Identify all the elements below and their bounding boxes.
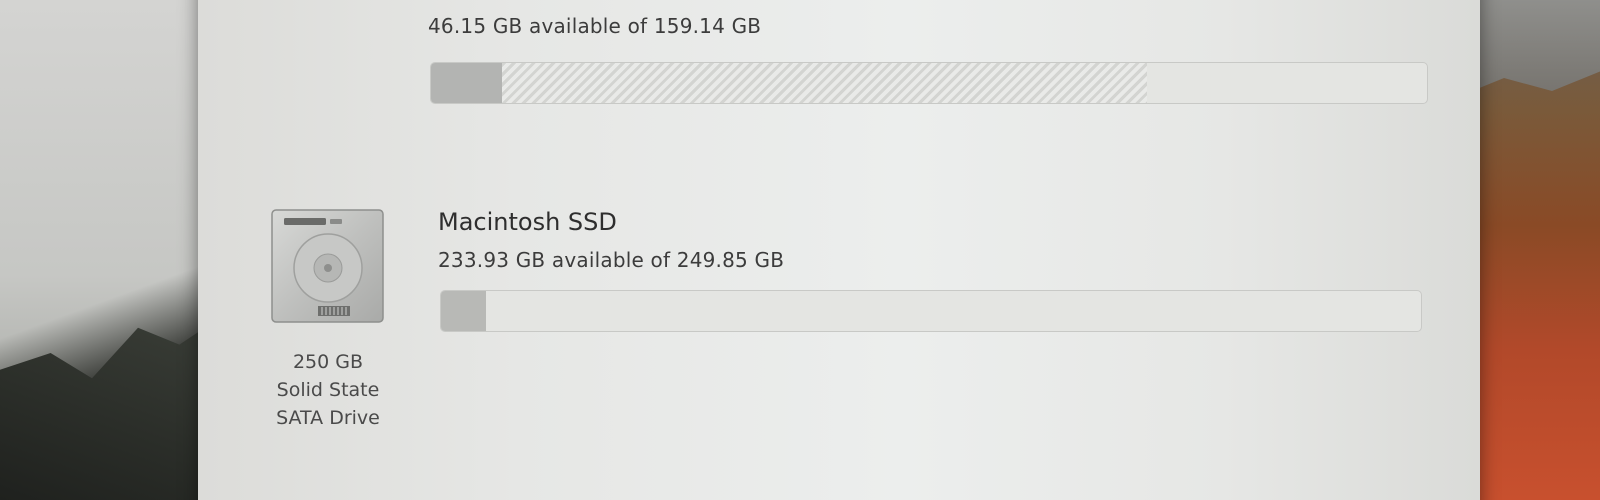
mountain-ridge (0, 311, 230, 500)
desktop-wallpaper-left (0, 0, 230, 500)
disk-capacity: 250 GB (292, 351, 364, 373)
storage-bar (430, 62, 1428, 104)
storage-bar-other (502, 63, 1147, 103)
hard-drive-icon (271, 209, 384, 323)
storage-bar-used (431, 63, 502, 103)
storage-bar (440, 290, 1422, 332)
disk-interface: SATA Drive (276, 407, 380, 429)
volume-name: Macintosh SSD (438, 208, 617, 236)
disk-type: Solid State (276, 379, 380, 401)
volume-available-text: 46.15 GB available of 159.14 GB (428, 14, 762, 38)
disk-caption: 250 GB Solid State SATA Drive (253, 348, 403, 432)
storage-bar-used (441, 291, 486, 331)
volume-available-text: 233.93 GB available of 249.85 GB (438, 248, 785, 272)
storage-window: 46.15 GB available of 159.14 GB 250 GB S… (198, 0, 1480, 500)
